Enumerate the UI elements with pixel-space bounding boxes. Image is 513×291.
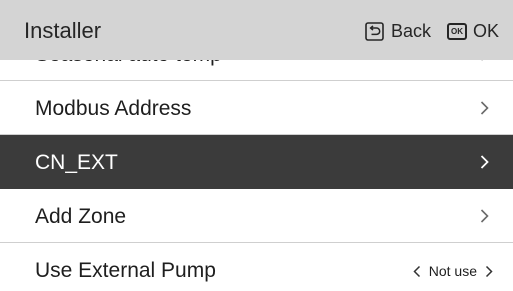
chevron-right-icon xyxy=(480,209,489,223)
menu-item-label: Use External Pump xyxy=(35,259,216,282)
external-pump-value-selector[interactable]: Not use xyxy=(413,259,493,283)
ok-button-label[interactable]: OK xyxy=(473,21,499,42)
ok-key-icon[interactable]: OK xyxy=(446,22,467,40)
back-button-label[interactable]: Back xyxy=(391,21,431,42)
installer-menu-list[interactable]: Seasonal auto temp Modbus Address CN_EXT… xyxy=(0,27,513,291)
installer-screen: Seasonal auto temp Modbus Address CN_EXT… xyxy=(0,0,513,291)
page-title: Installer xyxy=(24,18,102,43)
chevron-right-icon[interactable] xyxy=(485,265,493,278)
chevron-right-icon xyxy=(480,101,489,115)
menu-item-label: CN_EXT xyxy=(35,151,118,174)
back-return-icon[interactable] xyxy=(365,21,384,41)
header-bar: Installer Back OK OK xyxy=(0,0,513,60)
menu-item-add-zone[interactable]: Add Zone xyxy=(0,189,513,243)
menu-item-modbus-address[interactable]: Modbus Address xyxy=(0,81,513,135)
menu-item-cn-ext[interactable]: CN_EXT xyxy=(0,135,513,189)
menu-item-label: Modbus Address xyxy=(35,97,192,120)
menu-item-label: Add Zone xyxy=(35,205,127,228)
chevron-left-icon[interactable] xyxy=(413,265,421,278)
header-actions: Back OK OK xyxy=(365,19,499,43)
menu-item-use-external-pump[interactable]: Use External Pump Not use xyxy=(0,243,513,291)
chevron-right-icon xyxy=(480,155,489,169)
external-pump-value: Not use xyxy=(428,263,477,279)
